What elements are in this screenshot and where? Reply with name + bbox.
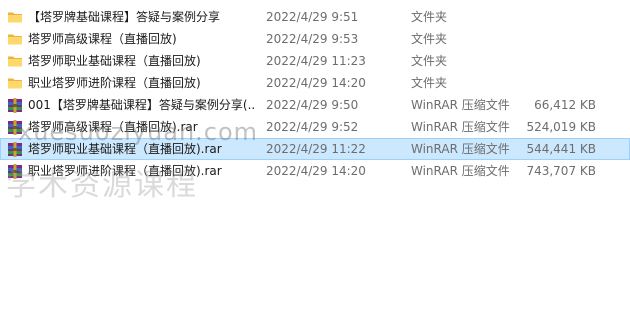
file-type: 文件夹 (411, 76, 448, 90)
file-type: WinRAR 压缩文件 (411, 98, 510, 112)
winrar-archive-icon (8, 164, 22, 179)
file-size: 524,019 KB (526, 120, 596, 134)
file-type: WinRAR 压缩文件 (411, 164, 510, 178)
folder-icon (8, 12, 22, 23)
file-row-2[interactable]: 塔罗师职业基础课程（直播回放) 2022/4/29 11:23 文件夹 (0, 50, 630, 72)
file-name: 塔罗师职业基础课程（直播回放).rar (28, 142, 222, 156)
winrar-archive-icon (8, 98, 22, 113)
file-row-5[interactable]: 塔罗师高级课程（直播回放).rar 2022/4/29 9:52 WinRAR … (0, 116, 630, 138)
file-type: 文件夹 (411, 32, 448, 46)
file-row-6[interactable]: 塔罗师职业基础课程（直播回放).rar 2022/4/29 11:22 WinR… (0, 138, 630, 160)
file-date: 2022/4/29 11:23 (266, 54, 366, 68)
file-type: WinRAR 压缩文件 (411, 120, 510, 134)
file-name: 【塔罗牌基础课程】答疑与案例分享 (28, 10, 221, 24)
file-name: 职业塔罗师进阶课程（直播回放).rar (28, 164, 222, 178)
file-name: 职业塔罗师进阶课程（直播回放) (28, 76, 201, 90)
folder-icon (8, 78, 22, 89)
winrar-archive-icon (8, 142, 22, 157)
file-name: 塔罗师高级课程（直播回放) (28, 32, 177, 46)
file-date: 2022/4/29 9:53 (266, 32, 359, 46)
file-row-1[interactable]: 塔罗师高级课程（直播回放) 2022/4/29 9:53 文件夹 (0, 28, 630, 50)
file-size: 544,441 KB (526, 142, 596, 156)
file-date: 2022/4/29 9:52 (266, 120, 359, 134)
file-date: 2022/4/29 9:51 (266, 10, 359, 24)
file-list: 【塔罗牌基础课程】答疑与案例分享 2022/4/29 9:51 文件夹 塔罗师高… (0, 6, 630, 182)
file-date: 2022/4/29 14:20 (266, 76, 366, 90)
file-date: 2022/4/29 9:50 (266, 98, 359, 112)
file-name: 塔罗师职业基础课程（直播回放) (28, 54, 201, 68)
file-name: 塔罗师高级课程（直播回放).rar (28, 120, 198, 134)
file-row-0[interactable]: 【塔罗牌基础课程】答疑与案例分享 2022/4/29 9:51 文件夹 (0, 6, 630, 28)
file-date: 2022/4/29 14:20 (266, 164, 366, 178)
file-row-4[interactable]: 001【塔罗牌基础课程】答疑与案例分享(... 2022/4/29 9:50 W… (0, 94, 630, 116)
folder-icon (8, 34, 22, 45)
file-size: 66,412 KB (534, 98, 596, 112)
file-row-3[interactable]: 职业塔罗师进阶课程（直播回放) 2022/4/29 14:20 文件夹 (0, 72, 630, 94)
file-row-7[interactable]: 职业塔罗师进阶课程（直播回放).rar 2022/4/29 14:20 WinR… (0, 160, 630, 182)
winrar-archive-icon (8, 120, 22, 135)
file-size: 743,707 KB (526, 164, 596, 178)
file-type: 文件夹 (411, 10, 448, 24)
file-type: 文件夹 (411, 54, 448, 68)
file-name: 001【塔罗牌基础课程】答疑与案例分享(... (28, 98, 256, 112)
file-date: 2022/4/29 11:22 (266, 142, 366, 156)
folder-icon (8, 56, 22, 67)
file-type: WinRAR 压缩文件 (411, 142, 510, 156)
